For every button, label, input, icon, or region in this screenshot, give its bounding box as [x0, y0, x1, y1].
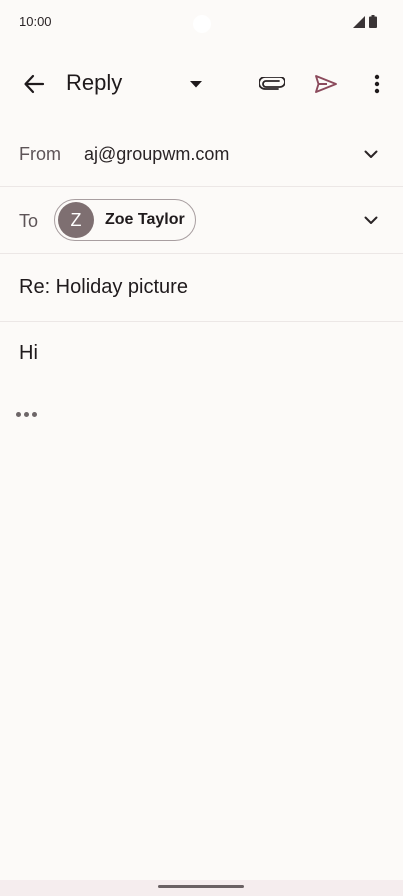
- battery-icon: [369, 15, 377, 28]
- chevron-down-icon: [364, 216, 378, 224]
- dropdown-caret-icon: [190, 80, 202, 87]
- subject-row[interactable]: Re: Holiday picture: [0, 254, 403, 322]
- status-bar: 10:00: [0, 0, 403, 46]
- status-icons: [353, 15, 377, 28]
- from-address[interactable]: aj@groupwm.com: [84, 144, 229, 165]
- attach-button[interactable]: [252, 64, 292, 104]
- chevron-down-icon: [364, 150, 378, 158]
- avatar: Z: [58, 202, 94, 238]
- ellipsis-dot: [16, 411, 21, 417]
- send-button[interactable]: [306, 64, 346, 104]
- message-body[interactable]: Hi: [19, 342, 38, 365]
- navigation-bar: [0, 880, 403, 896]
- status-time: 10:00: [19, 14, 52, 29]
- recipient-name: Zoe Taylor: [105, 211, 185, 228]
- recipient-chip[interactable]: Z Zoe Taylor: [54, 199, 196, 241]
- to-row: To Z Zoe Taylor: [0, 187, 403, 254]
- to-label: To: [19, 211, 39, 231]
- page-title: Reply: [66, 70, 123, 95]
- to-expand-button[interactable]: [357, 206, 385, 234]
- reply-type-dropdown-button[interactable]: [180, 64, 212, 104]
- app-bar: Reply: [0, 56, 403, 112]
- signal-icon: [353, 16, 365, 28]
- from-row: From aj@groupwm.com: [0, 120, 403, 187]
- send-icon: [315, 75, 337, 93]
- ellipsis-dot: [32, 411, 37, 417]
- show-quoted-text-button[interactable]: [16, 404, 42, 424]
- home-gesture-handle[interactable]: [158, 885, 244, 888]
- back-arrow-icon: [24, 74, 45, 94]
- ellipsis-dot: [24, 411, 29, 417]
- more-vert-icon: [374, 74, 380, 94]
- paperclip-icon: [259, 77, 285, 90]
- from-label: From: [19, 144, 61, 164]
- subject-field[interactable]: Re: Holiday picture: [19, 276, 188, 299]
- more-options-button[interactable]: [362, 64, 392, 104]
- from-expand-button[interactable]: [357, 140, 385, 168]
- camera-cutout: [193, 15, 211, 33]
- back-button[interactable]: [14, 64, 54, 104]
